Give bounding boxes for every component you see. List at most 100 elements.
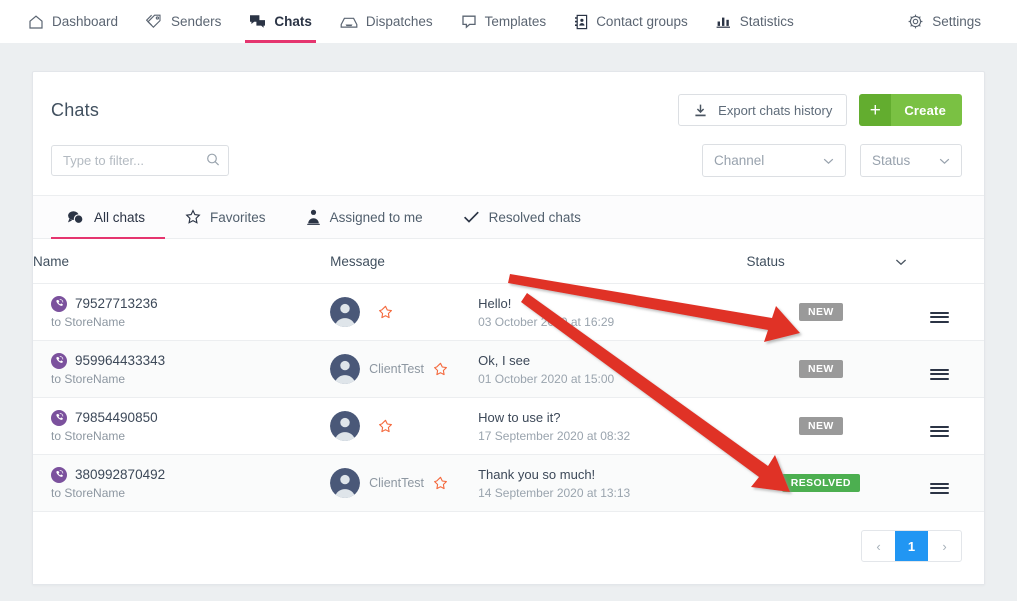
card-header: Chats Export chats history + Create: [33, 72, 984, 144]
table-row[interactable]: 79527713236 to StoreName Hello! 03 Octob…: [33, 283, 984, 341]
table-head: Name Message Status: [33, 239, 984, 284]
row-menu-icon[interactable]: [930, 425, 950, 437]
chats-table: Name Message Status 79527713236 to Store…: [33, 239, 984, 512]
message-text: Thank you so much!: [478, 466, 596, 482]
gear-icon: [907, 13, 924, 30]
column-header-status: Status: [746, 239, 896, 284]
star-icon: [185, 209, 201, 225]
message-date: 01 October 2020 at 15:00: [478, 371, 615, 386]
viber-icon: [51, 295, 67, 312]
card-header-actions: Export chats history + Create: [678, 94, 962, 126]
plus-icon: +: [859, 94, 892, 126]
nav-item-statistics[interactable]: Statistics: [702, 0, 808, 43]
nav-item-senders[interactable]: Senders: [132, 0, 235, 43]
chat-store-label: to StoreName: [51, 314, 126, 329]
message-date: 03 October 2020 at 16:29: [478, 314, 615, 329]
nav-label: Dashboard: [52, 13, 119, 29]
tab-label: All chats: [94, 209, 146, 225]
favorite-star-icon[interactable]: [378, 419, 393, 434]
speech-bubble-icon: [461, 14, 477, 30]
message-date: 17 September 2020 at 08:32: [478, 428, 631, 443]
column-header-actions[interactable]: [895, 239, 984, 284]
message-cell: ClientTest Thank you so much! 14 Septemb…: [330, 455, 746, 512]
filter-input-wrapper: [51, 145, 229, 176]
user-avatar-icon: [330, 468, 361, 498]
message-cell: How to use it? 17 September 2020 at 08:3…: [330, 398, 746, 455]
chat-phone-number: 79527713236: [75, 296, 158, 311]
tab-resolved-chats[interactable]: Resolved chats: [443, 196, 601, 238]
name-cell: 79527713236 to StoreName: [33, 284, 330, 341]
name-cell: 959964433343 to StoreName: [33, 341, 330, 398]
tab-label: Favorites: [210, 209, 266, 225]
table-row[interactable]: 79854490850 to StoreName How to use it? …: [33, 397, 984, 455]
actions-cell: [895, 398, 984, 455]
pagination: ‹ 1 ›: [861, 530, 962, 562]
status-cell: RESOLVED: [746, 455, 895, 512]
pagination-prev-button[interactable]: ‹: [862, 531, 895, 561]
actions-cell: [895, 455, 984, 512]
table-header-row: Name Message Status: [33, 239, 984, 284]
nav-items: Dashboard Senders Chats Dispatches Templ…: [14, 0, 808, 43]
status-badge: NEW: [798, 417, 843, 435]
tab-assigned-to-me[interactable]: Assigned to me: [286, 196, 443, 238]
create-button[interactable]: + Create: [859, 94, 962, 126]
export-label: Export chats history: [718, 102, 833, 118]
bar-chart-icon: [716, 14, 732, 29]
status-cell: NEW: [746, 398, 895, 455]
home-icon: [28, 14, 44, 30]
column-header-message: Message: [330, 239, 747, 284]
name-cell: 79854490850 to StoreName: [33, 398, 330, 455]
nav-label: Contact groups: [596, 13, 688, 29]
search-input[interactable]: [51, 145, 229, 176]
tab-all-chats[interactable]: All chats: [51, 196, 166, 239]
status-cell: NEW: [746, 341, 895, 398]
nav-item-templates[interactable]: Templates: [447, 0, 561, 43]
status-badge: RESOLVED: [781, 474, 860, 492]
chat-store-label: to StoreName: [51, 485, 126, 500]
message-date: 14 September 2020 at 13:13: [478, 485, 631, 500]
pagination-row: ‹ 1 ›: [33, 512, 984, 584]
table-row[interactable]: 380992870492 to StoreName ClientTest Tha…: [33, 454, 984, 512]
pagination-page-1[interactable]: 1: [895, 531, 928, 561]
row-menu-icon[interactable]: [930, 482, 950, 494]
favorite-star-icon[interactable]: [433, 476, 448, 491]
favorite-star-icon[interactable]: [433, 362, 448, 377]
nav-item-settings[interactable]: Settings: [893, 0, 995, 43]
chat-phone-number: 380992870492: [75, 467, 166, 482]
chat-tabs: All chats Favorites Assigned to me Resol…: [33, 195, 984, 239]
nav-label: Settings: [932, 13, 981, 29]
user-avatar-icon: [330, 354, 361, 384]
export-chats-history-button[interactable]: Export chats history: [678, 94, 848, 126]
status-badge: NEW: [798, 360, 843, 378]
pagination-next-button[interactable]: ›: [928, 531, 961, 561]
row-menu-icon[interactable]: [930, 368, 950, 380]
viber-icon: [51, 409, 67, 426]
user-avatar-icon: [330, 411, 361, 441]
chats-icon: [67, 210, 85, 225]
message-cell: Hello! 03 October 2020 at 16:29: [330, 284, 746, 341]
favorite-star-icon[interactable]: [378, 305, 393, 320]
message-cell: ClientTest Ok, I see 01 October 2020 at …: [330, 341, 746, 398]
tab-favorites[interactable]: Favorites: [165, 196, 286, 238]
nav-item-chats[interactable]: Chats: [235, 0, 326, 43]
chat-bubbles-icon: [249, 14, 266, 30]
table-row[interactable]: 959964433343 to StoreName ClientTest Ok,…: [33, 340, 984, 398]
channel-select[interactable]: Channel: [702, 144, 846, 177]
chat-store-label: to StoreName: [51, 371, 126, 386]
filter-row: Channel Status: [33, 144, 984, 195]
chat-store-label: to StoreName: [51, 428, 126, 443]
chevron-down-icon: [939, 153, 950, 168]
chat-phone-number: 959964433343: [75, 353, 166, 368]
status-select[interactable]: Status: [860, 144, 962, 177]
download-icon: [693, 103, 708, 118]
nav-item-dispatches[interactable]: Dispatches: [326, 0, 447, 43]
tag-icon: [146, 13, 163, 30]
nav-item-dashboard[interactable]: Dashboard: [14, 0, 132, 43]
chevron-down-icon: [823, 153, 834, 168]
row-menu-icon[interactable]: [930, 311, 950, 323]
actions-cell: [895, 284, 984, 341]
top-navigation: Dashboard Senders Chats Dispatches Templ…: [0, 0, 1017, 43]
page-title: Chats: [51, 99, 100, 120]
nav-item-contact-groups[interactable]: Contact groups: [560, 0, 702, 43]
message-text: Ok, I see: [478, 352, 531, 368]
